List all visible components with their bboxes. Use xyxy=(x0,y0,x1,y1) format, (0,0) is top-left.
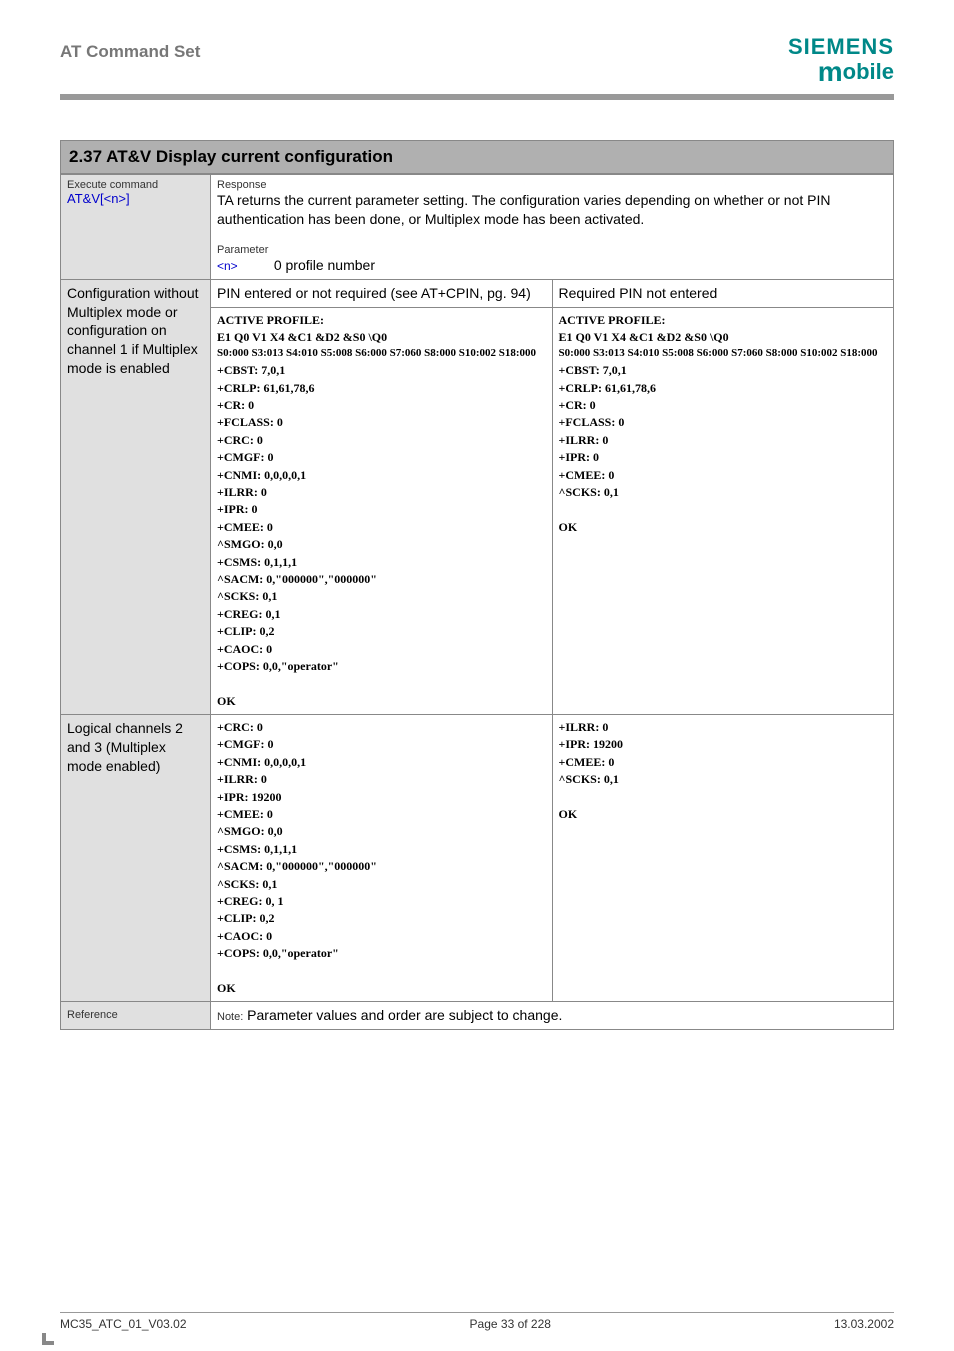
footer-right: 13.03.2002 xyxy=(834,1317,894,1331)
section-title: 2.37 AT&V Display current configuration xyxy=(60,140,894,174)
logo-top: SIEMENS xyxy=(788,36,894,58)
lc-left-cell: +CRC: 0+CMGF: 0+CNMI: 0,0,0,0,1+ILRR: 0+… xyxy=(211,715,553,1002)
response-text: TA returns the current parameter setting… xyxy=(217,191,887,229)
lc-right-list: +ILRR: 0+IPR: 19200+CMEE: 0^SCKS: 0,1 OK xyxy=(559,719,888,823)
pin-required-text: Required PIN not entered xyxy=(559,285,718,301)
footer-center: Page 33 of 228 xyxy=(470,1317,551,1331)
profile-right-cell: ACTIVE PROFILE:E1 Q0 V1 X4 &C1 &D2 &S0 \… xyxy=(552,307,894,715)
param-value: 0 profile number xyxy=(274,257,375,273)
response-cell: Response TA returns the current paramete… xyxy=(211,175,894,280)
exec-command-value: AT&V[<n>] xyxy=(67,191,130,206)
config-left-text: Configuration without Multiplex mode or … xyxy=(67,285,199,377)
lc-right-cell: +ILRR: 0+IPR: 19200+CMEE: 0^SCKS: 0,1 OK xyxy=(552,715,894,1002)
note-label: Note: xyxy=(217,1011,243,1023)
config-table: Execute command AT&V[<n>] Response TA re… xyxy=(60,174,894,1030)
config-left-cell: Configuration without Multiplex mode or … xyxy=(61,279,211,714)
pin-entered-header: PIN entered or not required (see AT+CPIN… xyxy=(211,279,553,307)
corner-mark-icon xyxy=(42,1333,54,1345)
exec-command-cell: Execute command AT&V[<n>] xyxy=(61,175,211,280)
pin-required-header: Required PIN not entered xyxy=(552,279,894,307)
lc-left-list: +CRC: 0+CMGF: 0+CNMI: 0,0,0,0,1+ILRR: 0+… xyxy=(217,719,546,997)
footer-left: MC35_ATC_01_V03.02 xyxy=(60,1317,187,1331)
profile-right-list: ACTIVE PROFILE:E1 Q0 V1 X4 &C1 &D2 &S0 \… xyxy=(559,312,888,537)
parameter-label: Parameter xyxy=(217,244,887,256)
response-label: Response xyxy=(217,179,887,191)
page-footer: MC35_ATC_01_V03.02 Page 33 of 228 13.03.… xyxy=(60,1312,894,1331)
logical-channels-cell: Logical channels 2 and 3 (Multiplex mode… xyxy=(61,715,211,1002)
note-cell: Note: Parameter values and order are sub… xyxy=(211,1002,894,1030)
logical-channels-text: Logical channels 2 and 3 (Multiplex mode… xyxy=(67,720,183,774)
param-n: <n> xyxy=(217,259,238,273)
pin-entered-text: PIN entered or not required (see AT+CPIN… xyxy=(217,285,531,301)
siemens-logo: SIEMENS mobile xyxy=(788,36,894,86)
exec-command-label: Execute command xyxy=(67,179,204,191)
logo-bottom: mobile xyxy=(788,58,894,86)
reference-cell: Reference xyxy=(61,1002,211,1030)
reference-label: Reference xyxy=(67,1009,118,1021)
note-text: Parameter values and order are subject t… xyxy=(243,1007,562,1023)
profile-left-cell: ACTIVE PROFILE:E1 Q0 V1 X4 &C1 &D2 &S0 \… xyxy=(211,307,553,715)
doc-title: AT Command Set xyxy=(60,36,200,62)
page-header: AT Command Set SIEMENS mobile xyxy=(60,36,894,100)
profile-left-list: ACTIVE PROFILE:E1 Q0 V1 X4 &C1 &D2 &S0 \… xyxy=(217,312,546,711)
